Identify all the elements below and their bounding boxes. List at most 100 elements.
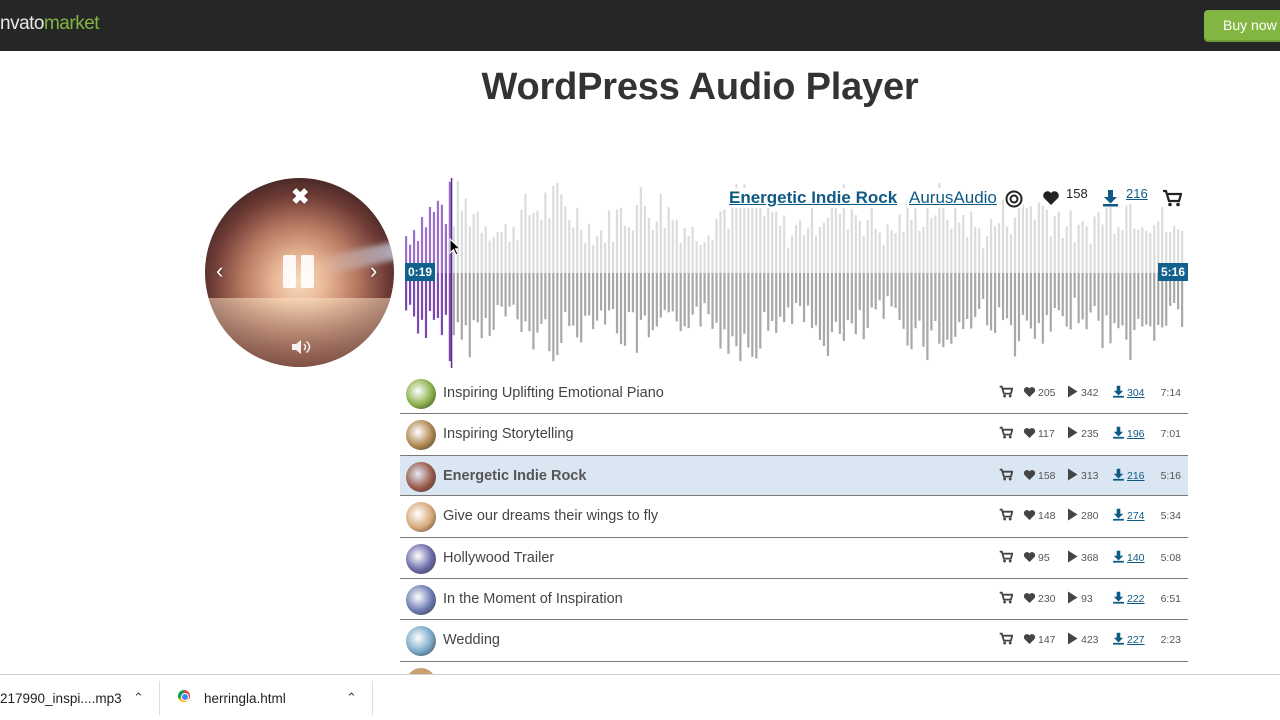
envato-logo[interactable]: nvatomarket (0, 13, 100, 35)
play-icon[interactable] (1067, 632, 1078, 650)
heart-icon[interactable] (1042, 190, 1060, 206)
wave-bar-top (679, 242, 682, 273)
track-row[interactable]: Inspiring Storytelling 117 235 196 7:01 (400, 414, 1188, 456)
cart-icon[interactable] (1162, 189, 1182, 207)
download-icon[interactable] (1102, 189, 1119, 207)
wave-bar-top (858, 220, 861, 273)
download-icon[interactable] (1112, 468, 1125, 486)
download-icon[interactable] (1112, 591, 1125, 609)
target-icon[interactable] (1005, 190, 1023, 208)
cart-icon[interactable] (999, 632, 1014, 650)
downloads-count[interactable]: 216 (1126, 186, 1148, 201)
wave-bar-bottom (854, 273, 857, 335)
play-icon[interactable] (1067, 385, 1078, 403)
track-title[interactable]: Energetic Indie Rock (443, 468, 586, 484)
heart-icon[interactable] (1023, 508, 1036, 526)
wave-bar-top (950, 228, 953, 273)
heart-icon[interactable] (1023, 591, 1036, 609)
wave-bar-top (480, 232, 483, 273)
track-title[interactable]: Inspiring Uplifting Emotional Piano (443, 385, 664, 401)
play-icon[interactable] (1067, 591, 1078, 609)
wave-bar-top (822, 222, 826, 273)
wave-bar-top (627, 227, 631, 273)
download-icon[interactable] (1112, 632, 1125, 650)
volume-icon[interactable] (290, 338, 312, 356)
wave-bar-top (854, 215, 857, 273)
wave-bar-top (1065, 226, 1068, 273)
play-icon[interactable] (1067, 550, 1078, 568)
cart-icon[interactable] (999, 591, 1014, 609)
heart-icon[interactable] (1023, 550, 1036, 568)
track-downloads[interactable]: 274 (1127, 510, 1145, 522)
track-duration: 2:23 (1160, 634, 1181, 647)
download-icon[interactable] (1112, 385, 1125, 403)
cart-icon[interactable] (999, 385, 1014, 403)
heart-icon[interactable] (1023, 426, 1036, 444)
chevron-up-icon[interactable]: ⌃ (133, 690, 144, 706)
track-row[interactable]: In the Moment of Inspiration 230 93 222 6:51 (400, 579, 1188, 621)
prev-icon[interactable]: ‹ (216, 258, 223, 284)
wave-bar-top (552, 185, 555, 273)
track-thumbnail (406, 502, 436, 533)
wave-bar-bottom (1061, 273, 1064, 317)
wave-bar-top (723, 209, 726, 273)
download-icon[interactable] (1112, 426, 1125, 444)
track-title[interactable]: In the Moment of Inspiration (443, 591, 623, 607)
track-downloads[interactable]: 196 (1127, 428, 1145, 440)
wave-bar-bottom (671, 273, 674, 312)
wave-bar-top (596, 235, 599, 273)
play-icon[interactable] (1067, 508, 1078, 526)
track-duration: 5:34 (1160, 510, 1181, 523)
heart-icon[interactable] (1023, 632, 1036, 650)
track-title[interactable]: Inspiring Storytelling (443, 426, 574, 442)
buy-now-button[interactable]: Buy now (1204, 10, 1280, 40)
download-item-html[interactable]: herringla.html (204, 691, 286, 706)
track-downloads[interactable]: 140 (1127, 552, 1145, 564)
track-title[interactable]: Hollywood Trailer (443, 550, 554, 566)
track-downloads[interactable]: 304 (1127, 387, 1145, 399)
now-playing-title[interactable]: Energetic Indie Rock (727, 188, 900, 208)
play-icon[interactable] (1067, 426, 1078, 444)
cart-icon[interactable] (999, 426, 1014, 444)
wave-bar-top (524, 193, 527, 273)
wave-bar-bottom (747, 273, 750, 348)
now-playing-artist[interactable]: AurusAudio (907, 188, 999, 208)
wave-bar-bottom (568, 273, 571, 327)
cart-icon[interactable] (999, 550, 1014, 568)
close-icon[interactable]: ✖ (291, 184, 309, 210)
track-row[interactable]: Energetic Indie Rock 158 313 216 5:16 (400, 454, 1188, 497)
wave-bar-bottom (1101, 273, 1104, 349)
next-icon[interactable]: › (370, 258, 377, 284)
track-downloads[interactable]: 227 (1127, 634, 1145, 646)
track-row[interactable]: Hollywood Trailer 95 368 140 5:08 (400, 538, 1188, 579)
play-icon[interactable] (1067, 468, 1078, 486)
track-row[interactable]: Inspiring Uplifting Emotional Piano 205 34… (400, 373, 1188, 415)
track-row[interactable]: Give our dreams their wings to fly 148 280… (400, 496, 1188, 538)
download-icon[interactable] (1112, 508, 1125, 526)
wave-bar-bottom (910, 273, 913, 350)
cart-icon[interactable] (999, 508, 1014, 526)
track-likes: 205 (1038, 387, 1056, 399)
wave-bar-bottom (950, 273, 953, 344)
heart-icon[interactable] (1023, 385, 1036, 403)
chevron-up-icon[interactable]: ⌃ (346, 690, 357, 706)
wave-bar-bottom (464, 273, 467, 326)
track-title[interactable]: Give our dreams their wings to fly (443, 508, 658, 524)
track-downloads[interactable]: 222 (1127, 593, 1145, 605)
wave-bar-bottom (946, 273, 949, 340)
download-item-mp3[interactable]: 217990_inspi....mp3 (0, 691, 122, 706)
wave-bar-bottom (826, 273, 830, 356)
track-title[interactable]: Wedding (443, 632, 500, 648)
track-duration: 5:08 (1160, 551, 1181, 564)
download-icon[interactable] (1112, 550, 1125, 568)
wave-bar-top (731, 198, 734, 273)
wave-bar-top (687, 235, 690, 273)
wave-bar-bottom (663, 273, 666, 310)
cart-icon[interactable] (999, 468, 1014, 486)
heart-icon[interactable] (1023, 468, 1036, 486)
pause-button[interactable] (283, 255, 317, 288)
track-row[interactable]: Wedding 147 423 227 2:23 (400, 620, 1188, 662)
wave-bar-bottom (814, 273, 818, 326)
track-downloads[interactable]: 216 (1127, 470, 1145, 482)
wave-bar-bottom (1049, 273, 1052, 332)
